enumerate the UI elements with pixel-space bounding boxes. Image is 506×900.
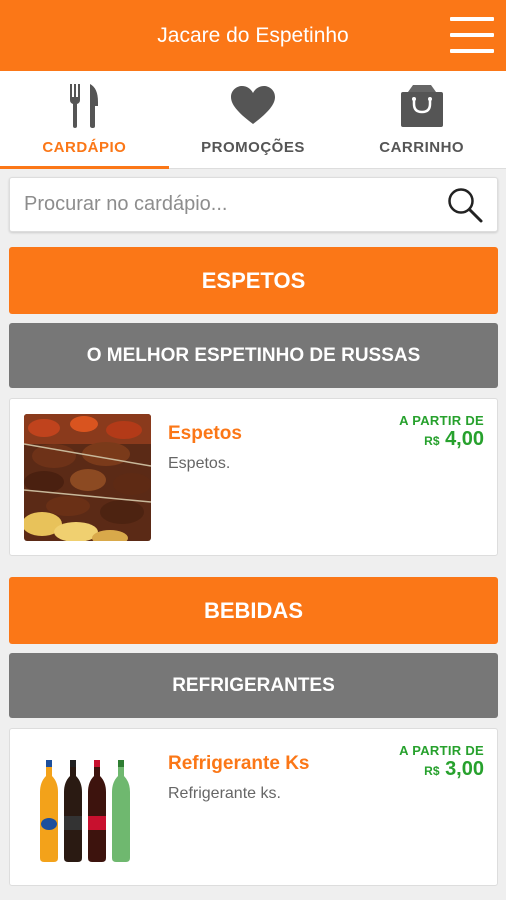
heart-icon — [231, 83, 275, 129]
price-value-line: R$ 4,00 — [399, 428, 484, 452]
price-amount: 3,00 — [445, 758, 484, 780]
price-prefix: A PARTIR DE — [399, 743, 484, 758]
price-value-line: R$ 3,00 — [399, 758, 484, 782]
price-prefix: A PARTIR DE — [399, 413, 484, 428]
category-bebidas[interactable]: BEBIDAS — [9, 577, 498, 644]
tab-label: PROMOÇÕES — [201, 139, 305, 156]
tab-carrinho[interactable]: CARRINHO — [337, 71, 506, 168]
menu-item-espetos[interactable]: Espetos Espetos. A PARTIR DE R$ 4,00 — [9, 398, 498, 556]
search-icon[interactable] — [445, 185, 485, 225]
menu-item-refrigerante[interactable]: Refrigerante Ks Refrigerante ks. A PARTI… — [9, 728, 498, 886]
subcategory-refrigerantes[interactable]: REFRIGERANTES — [9, 653, 498, 718]
skewers-image — [24, 414, 151, 541]
tab-label: CARRINHO — [379, 139, 465, 156]
price-box: A PARTIR DE R$ 4,00 — [399, 413, 484, 452]
tab-label: CARDÁPIO — [42, 139, 127, 156]
fork-knife-icon — [68, 83, 100, 129]
search-bar — [9, 177, 498, 232]
item-title: Refrigerante Ks — [168, 753, 310, 774]
price-currency: R$ — [424, 434, 440, 448]
shopping-bag-icon — [400, 83, 444, 129]
app-header: Jacare do Espetinho — [0, 0, 506, 71]
soda-bottles-image — [24, 744, 151, 871]
search-input[interactable] — [24, 193, 445, 216]
item-description: Espetos. — [168, 455, 231, 472]
hamburger-menu-icon[interactable] — [450, 17, 494, 53]
category-espetos[interactable]: ESPETOS — [9, 247, 498, 314]
price-amount: 4,00 — [445, 428, 484, 450]
tab-bar: CARDÁPIO PROMOÇÕES CARRINHO — [0, 71, 506, 169]
item-description: Refrigerante ks. — [168, 785, 281, 802]
app-title: Jacare do Espetinho — [157, 23, 349, 47]
tab-cardapio[interactable]: CARDÁPIO — [0, 71, 169, 169]
subcategory-espetinho[interactable]: O MELHOR ESPETINHO DE RUSSAS — [9, 323, 498, 388]
price-currency: R$ — [424, 764, 440, 778]
tab-promocoes[interactable]: PROMOÇÕES — [169, 71, 338, 168]
item-title: Espetos — [168, 423, 242, 444]
price-box: A PARTIR DE R$ 3,00 — [399, 743, 484, 782]
